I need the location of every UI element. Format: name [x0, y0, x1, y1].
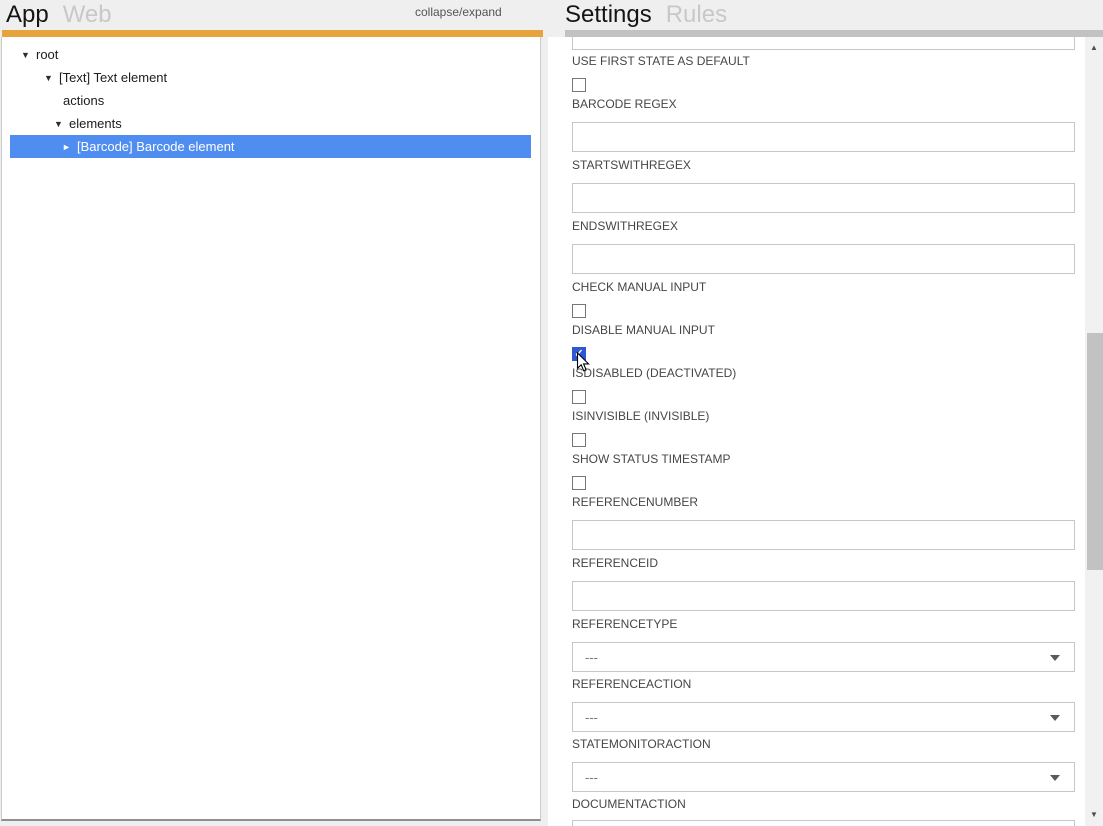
checkbox-use-first-state[interactable] — [572, 78, 586, 92]
settings-form-panel: USE FIRST STATE AS DEFAULT BARCODE REGEX… — [548, 37, 1103, 826]
field-label-referencenumber: REFERENCENUMBER — [572, 495, 698, 509]
tree-item-actions[interactable]: actions — [10, 89, 531, 112]
tree-expand-icon[interactable]: ▼ — [54, 119, 69, 129]
documentaction-input[interactable] — [572, 820, 1075, 826]
field-label-referenceaction: REFERENCEACTION — [572, 677, 691, 691]
checkbox-isdisabled[interactable] — [572, 390, 586, 404]
settings-scrollbar[interactable]: ▲ ▼ — [1085, 37, 1103, 826]
startswithregex-input[interactable] — [572, 183, 1075, 213]
endswithregex-input[interactable] — [572, 244, 1075, 274]
scroll-up-icon[interactable]: ▲ — [1085, 39, 1103, 55]
tab-web[interactable]: Web — [63, 0, 112, 30]
right-tab-bar: Settings Rules — [565, 0, 727, 30]
field-label-check-manual-input: CHECK MANUAL INPUT — [572, 280, 706, 294]
element-tree-panel: ▼ root ▼ [Text] Text element actions ▼ e… — [1, 37, 541, 821]
tree-expand-icon[interactable]: ▼ — [21, 50, 36, 60]
right-tab-underline — [565, 30, 1103, 37]
tree-item-label: [Text] Text element — [59, 70, 167, 85]
tree-item-label: root — [36, 47, 58, 62]
field-label-barcode-regex: BARCODE REGEX — [572, 97, 677, 111]
field-label-documentaction: DOCUMENTACTION — [572, 797, 686, 811]
tree-item-label: actions — [63, 93, 104, 108]
tree-item-barcode-element[interactable]: ► [Barcode] Barcode element — [10, 135, 531, 158]
tree-expand-icon[interactable]: ▼ — [44, 73, 59, 83]
referencenumber-input[interactable] — [572, 520, 1075, 550]
dropdown-arrow-icon — [1050, 715, 1060, 721]
referenceid-input[interactable] — [572, 581, 1075, 611]
barcode-regex-input[interactable] — [572, 122, 1075, 152]
tab-settings[interactable]: Settings — [565, 0, 652, 30]
field-label-referencetype: REFERENCETYPE — [572, 617, 677, 631]
left-tab-underline — [2, 30, 543, 37]
checkbox-check-manual-input[interactable] — [572, 304, 586, 318]
tree-item-elements[interactable]: ▼ elements — [10, 112, 531, 135]
field-label-startswithregex: STARTSWITHREGEX — [572, 158, 691, 172]
field-label-statemonitoraction: STATEMONITORACTION — [572, 737, 711, 751]
collapse-expand-link[interactable]: collapse/expand — [415, 5, 502, 19]
referencetype-selected-value: --- — [573, 650, 598, 665]
tree-collapsed-icon[interactable]: ► — [62, 142, 77, 152]
checkbox-show-status-timestamp[interactable] — [572, 476, 586, 490]
field-label-show-status-timestamp: SHOW STATUS TIMESTAMP — [572, 452, 730, 466]
tab-rules[interactable]: Rules — [666, 0, 727, 30]
field-label-referenceid: REFERENCEID — [572, 556, 658, 570]
field-label-isinvisible: ISINVISIBLE (INVISIBLE) — [572, 409, 709, 423]
statemonitoraction-select[interactable]: --- — [572, 762, 1075, 792]
dropdown-arrow-icon — [1050, 655, 1060, 661]
field-label-endswithregex: ENDSWITHREGEX — [572, 219, 678, 233]
field-label-isdisabled: ISDISABLED (DEACTIVATED) — [572, 366, 736, 380]
tree-item-label: [Barcode] Barcode element — [77, 139, 235, 154]
scroll-down-icon[interactable]: ▼ — [1085, 806, 1103, 822]
scrollbar-thumb[interactable] — [1087, 333, 1103, 570]
referenceaction-selected-value: --- — [573, 710, 598, 725]
referencetype-select[interactable]: --- — [572, 642, 1075, 672]
app-window: App Web collapse/expand Settings Rules ▼… — [0, 0, 1103, 826]
checkbox-isinvisible[interactable] — [572, 433, 586, 447]
referenceaction-select[interactable]: --- — [572, 702, 1075, 732]
tree-item-text-element[interactable]: ▼ [Text] Text element — [10, 66, 531, 89]
tab-app[interactable]: App — [6, 0, 49, 30]
left-tab-bar: App Web — [6, 0, 112, 30]
dropdown-arrow-icon — [1050, 775, 1060, 781]
statemonitoraction-selected-value: --- — [573, 770, 598, 785]
top-partial-input[interactable] — [572, 37, 1075, 50]
field-label-disable-manual-input: DISABLE MANUAL INPUT — [572, 323, 715, 337]
tree-item-root[interactable]: ▼ root — [10, 43, 531, 66]
tree-item-label: elements — [69, 116, 122, 131]
field-label-use-first-state: USE FIRST STATE AS DEFAULT — [572, 54, 750, 68]
checkbox-disable-manual-input[interactable] — [572, 347, 586, 361]
